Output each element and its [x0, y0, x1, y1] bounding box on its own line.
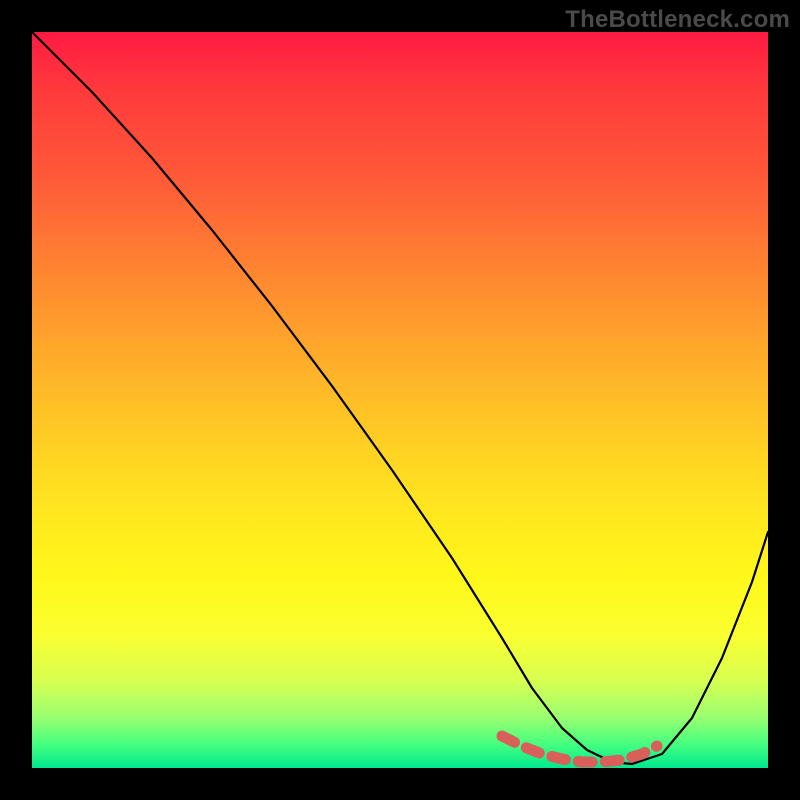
- optimal-band: [502, 736, 657, 762]
- chart-frame: TheBottleneck.com: [0, 0, 800, 800]
- curve-svg: [32, 32, 768, 768]
- bottleneck-curve: [32, 32, 768, 764]
- watermark-text: TheBottleneck.com: [565, 6, 790, 34]
- plot-area: [32, 32, 768, 768]
